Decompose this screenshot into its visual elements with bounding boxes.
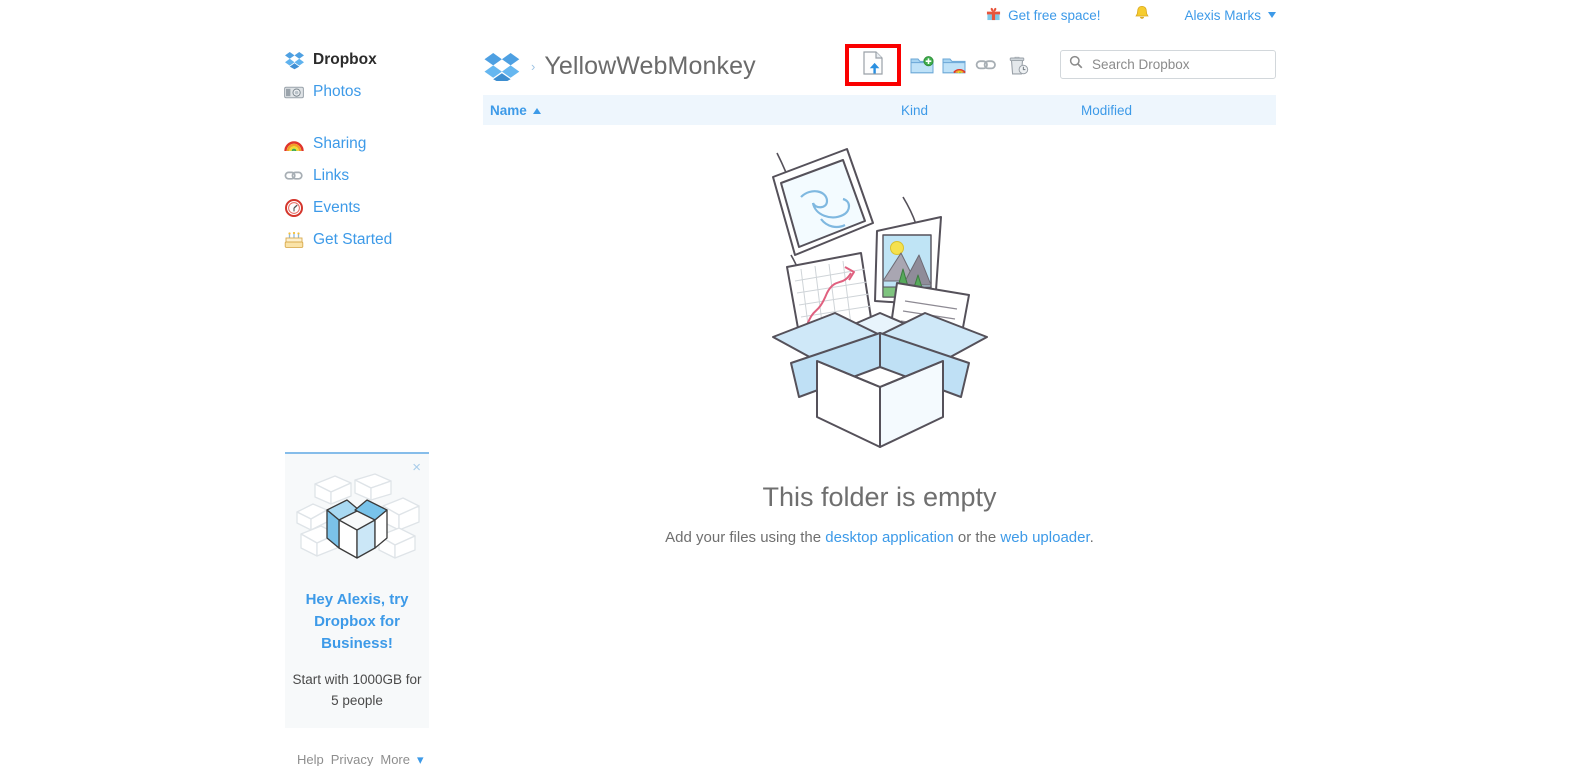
column-header-kind[interactable]: Kind — [901, 103, 928, 118]
empty-box-illustration — [483, 135, 1276, 460]
column-label-name: Name — [490, 102, 527, 118]
sidebar-label-events: Events — [313, 199, 361, 216]
empty-folder-state: This folder is empty Add your files usin… — [483, 135, 1276, 546]
desktop-application-link[interactable]: desktop application — [825, 529, 953, 546]
upload-file-button-highlight — [845, 44, 901, 86]
empty-text-middle: or the — [953, 529, 1001, 546]
promo-headline[interactable]: Hey Alexis, try Dropbox for Business! — [285, 589, 429, 655]
sort-ascending-icon — [532, 107, 541, 114]
footer-link-more[interactable]: More — [380, 752, 410, 766]
promo-subtext: Start with 1000GB for 5 people — [292, 672, 422, 708]
sidebar-item-events[interactable]: Events — [283, 193, 431, 223]
file-table-header: Name Kind Modified — [483, 95, 1276, 125]
clock-icon — [283, 198, 305, 218]
search-input[interactable] — [1090, 56, 1271, 73]
footer-link-privacy[interactable]: Privacy — [331, 752, 374, 766]
chevron-down-icon[interactable]: ▾ — [417, 752, 424, 766]
sidebar-item-links[interactable]: Links — [283, 161, 431, 191]
column-header-name[interactable]: Name — [490, 103, 541, 118]
empty-title: This folder is empty — [762, 482, 997, 512]
business-promo-card: × Hey Alexis, try Dropbox for Business! … — [285, 452, 429, 728]
search-box[interactable] — [1060, 50, 1276, 79]
dropbox-web-app: Get free space! Alexis Marks Dropbox Pho… — [0, 0, 1581, 766]
camera-icon — [283, 82, 305, 102]
chain-link-icon — [283, 166, 305, 186]
empty-text-after: . — [1089, 529, 1094, 546]
new-folder-button[interactable] — [907, 50, 937, 80]
dropbox-logo-icon[interactable] — [483, 51, 521, 84]
share-link-button[interactable] — [971, 50, 1001, 80]
sidebar-item-dropbox[interactable]: Dropbox — [283, 45, 431, 75]
birthday-cake-icon — [283, 230, 305, 250]
sidebar-item-photos[interactable]: Photos — [283, 77, 431, 107]
sidebar-item-sharing[interactable]: Sharing — [283, 129, 431, 159]
sidebar-label-get-started: Get Started — [313, 231, 393, 248]
empty-subtitle: Add your files using the desktop applica… — [483, 529, 1276, 546]
footer-links: Help Privacy More ▾ — [297, 752, 431, 766]
main-content: › YellowWebMonkey Search Dropbox Name Ki… — [483, 0, 1276, 546]
sidebar: Dropbox Photos Sharing Links Events Get … — [283, 45, 431, 257]
column-header-modified[interactable]: Modified — [1081, 103, 1132, 118]
new-shared-folder-button[interactable] — [939, 50, 969, 80]
rainbow-icon — [283, 134, 305, 154]
footer-link-help[interactable]: Help — [297, 752, 324, 766]
delete-button[interactable] — [1003, 50, 1033, 80]
breadcrumb-separator: › — [531, 58, 536, 74]
toolbar — [845, 44, 1033, 86]
dropbox-logo-icon — [283, 50, 305, 70]
search-icon — [1069, 55, 1083, 74]
sidebar-item-get-started[interactable]: Get Started — [283, 225, 431, 255]
sidebar-label-dropbox: Dropbox — [313, 51, 377, 68]
sidebar-label-links: Links — [313, 167, 350, 184]
sidebar-label-photos: Photos — [313, 83, 362, 100]
boxes-illustration — [285, 472, 429, 573]
close-icon[interactable]: × — [412, 460, 421, 475]
empty-text-before: Add your files using the — [665, 529, 826, 546]
web-uploader-link[interactable]: web uploader — [1000, 529, 1089, 546]
breadcrumb-folder-name: YellowWebMonkey — [544, 51, 756, 80]
upload-file-button[interactable] — [862, 50, 884, 80]
sidebar-label-sharing: Sharing — [313, 135, 367, 152]
